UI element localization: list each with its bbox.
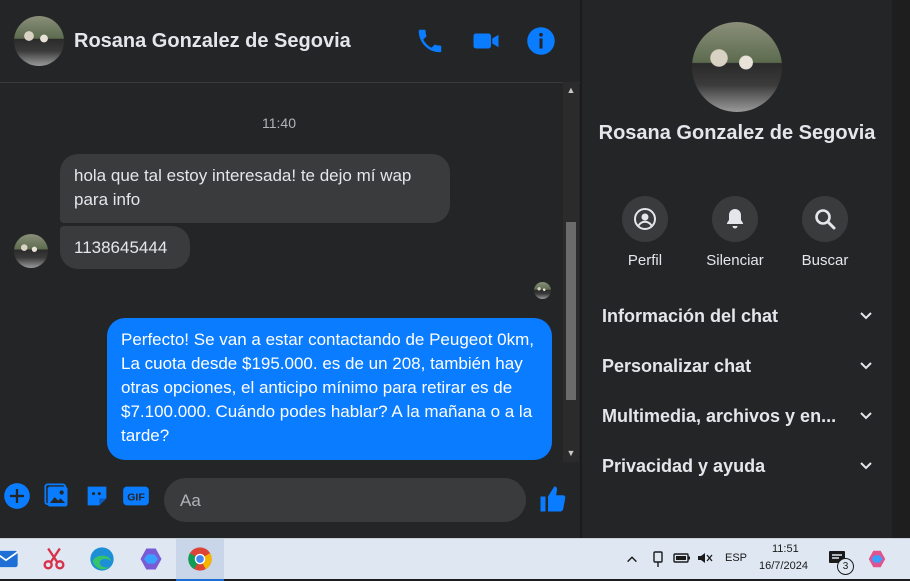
profile-action-label: Perfil xyxy=(627,252,663,269)
section-privacy-help[interactable]: Privacidad y ayuda xyxy=(602,448,874,488)
battery-icon[interactable] xyxy=(673,551,691,565)
chat-pane: Rosana Gonzalez de Segovia 11:40 hola qu… xyxy=(0,0,580,538)
profile-name: Rosana Gonzalez de Segovia xyxy=(598,122,876,144)
clock-date[interactable]: 16/7/2024 xyxy=(759,560,808,572)
chevron-down-icon xyxy=(860,362,872,370)
svg-text:GIF: GIF xyxy=(127,492,145,504)
messenger-window: Rosana Gonzalez de Segovia 11:40 hola qu… xyxy=(0,0,910,538)
section-chat-info[interactable]: Información del chat xyxy=(602,298,874,338)
message-bubble-incoming[interactable]: 1138645444 xyxy=(60,226,190,269)
message-bubble-outgoing[interactable]: Perfecto! Se van a estar contactando de … xyxy=(107,318,552,460)
message-timestamp: 11:40 xyxy=(262,115,296,131)
scroll-down-icon[interactable]: ▼ xyxy=(566,448,576,458)
profile-avatar[interactable] xyxy=(692,22,782,112)
section-label: Multimedia, archivos y en... xyxy=(602,406,837,426)
chevron-up-icon[interactable] xyxy=(625,552,639,566)
scroll-thumb[interactable] xyxy=(566,222,576,400)
message-input[interactable] xyxy=(178,478,482,524)
search-action-label: Buscar xyxy=(801,252,849,269)
like-icon[interactable] xyxy=(538,484,568,514)
contact-avatar[interactable] xyxy=(14,16,64,66)
usb-device-icon[interactable] xyxy=(650,550,666,568)
clock-time[interactable]: 11:51 xyxy=(772,543,799,555)
info-icon[interactable] xyxy=(526,26,556,56)
mail-icon[interactable] xyxy=(0,545,20,573)
contact-name[interactable]: Rosana Gonzalez de Segovia xyxy=(74,30,351,53)
chrome-active-tab[interactable] xyxy=(176,539,224,581)
mute-action-label: Silenciar xyxy=(706,252,764,269)
sender-avatar xyxy=(14,234,48,268)
copilot-pre-icon[interactable] xyxy=(866,548,888,570)
chevron-down-icon xyxy=(860,412,872,420)
search-icon xyxy=(815,209,836,230)
phone-icon[interactable] xyxy=(415,26,445,56)
message-input-container xyxy=(164,478,526,524)
chat-scrollbar[interactable]: ▲ ▼ xyxy=(563,82,579,462)
section-label: Privacidad y ayuda xyxy=(602,456,766,476)
chrome-icon xyxy=(188,547,212,571)
add-icon[interactable] xyxy=(3,482,31,510)
section-label: Personalizar chat xyxy=(602,356,752,376)
seen-receipt-avatar xyxy=(534,282,551,299)
bell-icon xyxy=(727,209,743,229)
video-call-icon[interactable] xyxy=(471,26,501,56)
chevron-down-icon xyxy=(860,462,872,470)
search-action[interactable]: Buscar xyxy=(790,196,860,269)
profile-icon xyxy=(634,208,656,230)
mute-action[interactable]: Silenciar xyxy=(700,196,770,269)
sticker-icon[interactable] xyxy=(83,482,111,510)
section-media-files[interactable]: Multimedia, archivos y en... xyxy=(602,398,874,438)
details-pane: Rosana Gonzalez de Segovia Perfil Silenc… xyxy=(582,0,892,538)
edge-icon[interactable] xyxy=(88,545,116,573)
notification-badge: 3 xyxy=(837,558,854,575)
volume-muted-icon[interactable] xyxy=(697,551,713,565)
copilot-icon[interactable] xyxy=(137,545,165,573)
chevron-down-icon xyxy=(860,312,872,320)
profile-action[interactable]: Perfil xyxy=(610,196,680,269)
window-edge xyxy=(892,0,910,538)
section-customize-chat[interactable]: Personalizar chat xyxy=(602,348,874,388)
section-label: Información del chat xyxy=(602,306,779,326)
scroll-up-icon[interactable]: ▲ xyxy=(566,85,576,95)
windows-taskbar: ESP 11:51 16/7/2024 3 xyxy=(0,538,910,581)
language-indicator[interactable]: ESP xyxy=(725,552,747,564)
snipping-tool-icon[interactable] xyxy=(40,545,68,573)
chat-header: Rosana Gonzalez de Segovia xyxy=(0,0,580,83)
message-bubble-incoming[interactable]: hola que tal estoy interesada! te dejo m… xyxy=(60,154,450,223)
photo-icon[interactable] xyxy=(43,482,71,510)
gif-icon[interactable]: GIF xyxy=(122,482,150,510)
